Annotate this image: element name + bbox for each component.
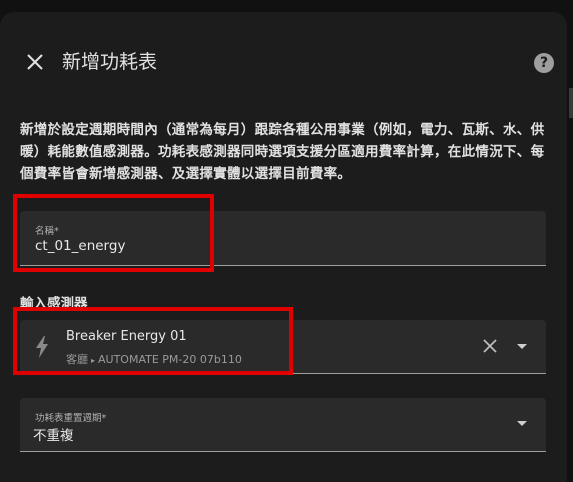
clear-icon[interactable] — [483, 339, 497, 353]
sensor-device: AUTOMATE PM-20 07b110 — [98, 353, 242, 366]
chevron-down-icon[interactable] — [517, 344, 527, 349]
name-field-label: 名稱* — [35, 226, 59, 237]
breadcrumb-separator-icon: ▸ — [91, 356, 96, 365]
name-field[interactable]: 名稱* ct_01_energy — [20, 211, 546, 266]
sensor-entity-context: 客廳 ▸ AUTOMATE PM-20 07b110 — [66, 351, 242, 367]
add-utility-meter-dialog: 新增功耗表 ? 新增於設定週期時間內（通常為每月）跟踪各種公用事業（例如，電力、… — [0, 12, 567, 482]
reset-cycle-label: 功耗表重置週期* — [35, 413, 107, 424]
name-field-value[interactable]: ct_01_energy — [35, 238, 125, 254]
reset-cycle-value: 不重複 — [33, 428, 74, 444]
scrollbar[interactable] — [569, 88, 573, 118]
chevron-down-icon[interactable] — [517, 421, 527, 426]
help-icon[interactable]: ? — [534, 53, 554, 73]
lightning-bolt-icon — [36, 336, 48, 358]
input-sensor-picker[interactable]: Breaker Energy 01 客廳 ▸ AUTOMATE PM-20 07b1… — [20, 320, 546, 374]
sensor-entity-name: Breaker Energy 01 — [66, 329, 187, 344]
dialog-title: 新增功耗表 — [62, 51, 158, 73]
close-icon[interactable] — [26, 53, 44, 71]
input-sensor-section-label: 輸入感測器 — [20, 296, 88, 312]
sensor-area: 客廳 — [66, 353, 88, 366]
meter-reset-cycle-select[interactable]: 功耗表重置週期* 不重複 — [20, 398, 546, 452]
dialog-description: 新增於設定週期時間內（通常為每月）跟踪各種公用事業（例如，電力、瓦斯、水、供暖）… — [20, 122, 545, 182]
